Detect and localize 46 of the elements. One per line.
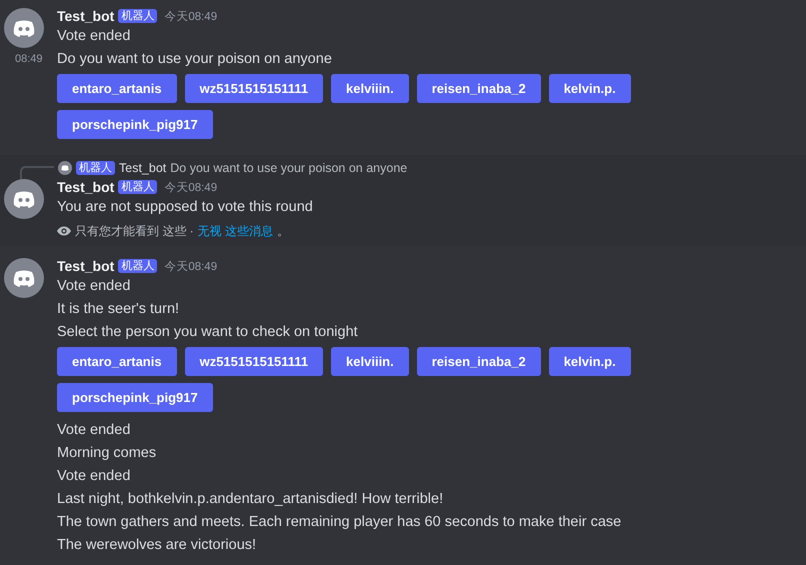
message-text: Morning comes [57,445,156,461]
bot-avatar-icon[interactable] [4,8,44,48]
player-button[interactable]: reisen_inaba_2 [416,347,541,376]
player-button[interactable]: kelviiin. [331,347,409,376]
notice-punctuation: 。 [277,222,290,240]
bot-tag: 机器人 [118,180,158,194]
player-button[interactable]: wz5151515151111 [184,347,324,376]
player-button[interactable]: reisen_inaba_2 [416,74,541,103]
author-name[interactable]: Test_bot [57,8,114,24]
message-text: Vote ended [57,278,130,294]
timestamp: 今天08:49 [164,180,218,194]
bot-avatar-icon[interactable] [4,258,44,298]
player-button[interactable]: kelvin.p. [548,74,631,103]
author-name[interactable]: Test_bot [57,179,114,195]
bot-avatar-icon[interactable] [4,179,44,219]
message-text: You are not supposed to vote this round [57,199,313,215]
player-button[interactable]: kelvin.p. [548,347,631,376]
message-text: Vote ended [57,422,130,438]
notice-text: 只有您才能看到 这些 · [75,222,194,240]
bot-tag: 机器人 [76,161,115,175]
message-text: Vote ended [57,468,130,484]
player-button[interactable]: entaro_artanis [57,74,177,103]
message-text: Select the person you want to check on tonight [57,324,358,340]
player-button[interactable]: porschepink_pig917 [57,110,213,139]
message-text: It is the seer's turn! [57,301,180,317]
message-text: Vote ended [57,28,130,44]
message-text: Do you want to use your poison on anyone [57,51,332,67]
message-text: The town gathers and meets. Each remaining player has 60 seconds to make their case [57,514,622,530]
reply-connector-icon [20,166,54,180]
bot-tag: 机器人 [118,9,158,23]
player-button[interactable]: entaro_artanis [57,347,177,376]
player-button[interactable]: kelviiin. [331,74,409,103]
timestamp: 今天08:49 [164,10,218,24]
reply-author: Test_bot [119,161,166,175]
dismiss-link[interactable]: 无视 这些消息 [198,222,274,240]
message-text: The werewolves are victorious! [57,537,256,553]
timestamp: 08:49 [15,52,43,67]
reply-text: Do you want to use your poison on anyone [170,161,408,175]
message-text: Last night, bothkelvin.p.andentaro_artanisdied! How terrible! [57,491,444,507]
player-button[interactable]: wz5151515151111 [184,74,324,103]
bot-tag: 机器人 [118,259,158,273]
timestamp: 今天08:49 [164,260,218,274]
eye-icon [57,226,71,236]
author-name[interactable]: Test_bot [57,258,114,274]
player-button[interactable]: porschepink_pig917 [57,383,213,412]
bot-avatar-icon [58,161,72,175]
